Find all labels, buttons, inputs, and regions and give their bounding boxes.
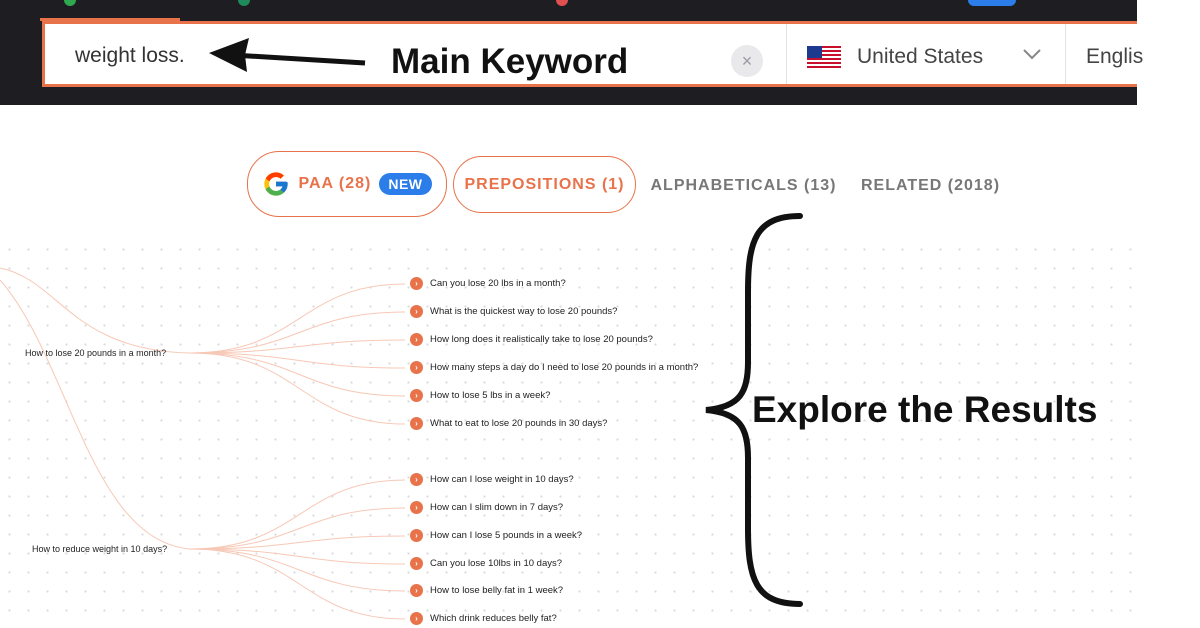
chevron-right-icon: › xyxy=(410,389,423,402)
tab-label: ALPHABETICALS (13) xyxy=(650,177,837,194)
list-item[interactable]: › How can I lose weight in 10 days? xyxy=(410,473,574,486)
arrow-left-icon xyxy=(209,38,366,72)
root-question[interactable]: How to lose 20 pounds in a month? xyxy=(25,348,166,358)
main-keyword-annotation: Main Keyword xyxy=(391,42,629,81)
list-item[interactable]: › What to eat to lose 20 pounds in 30 day… xyxy=(410,417,607,430)
chevron-right-icon: › xyxy=(410,501,423,514)
tab-alphabeticals[interactable]: ALPHABETICALS (13) xyxy=(647,156,840,216)
tab-paa[interactable]: PAA (28) NEW xyxy=(247,151,447,217)
country-select[interactable]: United States xyxy=(857,45,983,69)
list-item[interactable]: › Which drink reduces belly fat? xyxy=(410,612,557,625)
chevron-right-icon: › xyxy=(410,557,423,570)
tab-label: PAA (28) xyxy=(298,175,372,192)
list-item[interactable]: › How long does it realistically take to … xyxy=(410,333,653,346)
search-input[interactable]: weight loss. xyxy=(75,44,185,68)
new-badge: NEW xyxy=(379,173,432,195)
list-item[interactable]: › How to lose 5 lbs in a week? xyxy=(410,389,550,402)
chevron-right-icon: › xyxy=(410,277,423,290)
tab-prepositions[interactable]: PREPOSITIONS (1) xyxy=(453,156,636,213)
divider xyxy=(1065,24,1066,84)
us-flag-icon xyxy=(807,46,841,68)
tab-related[interactable]: RELATED (2018) xyxy=(854,156,1007,216)
list-item[interactable]: › What is the quickest way to lose 20 pou… xyxy=(410,305,617,318)
list-item[interactable]: › Can you lose 10lbs in 10 days? xyxy=(410,557,562,570)
branch-lines xyxy=(0,267,406,620)
chevron-right-icon: › xyxy=(410,529,423,542)
results-canvas[interactable]: How to lose 20 pounds in a month? › Can y… xyxy=(0,240,1137,628)
list-item[interactable]: › How to lose belly fat in 1 week? xyxy=(410,584,563,597)
chevron-right-icon: › xyxy=(410,584,423,597)
results-tabs: PAA (28) NEW PREPOSITIONS (1) ALPHABETIC… xyxy=(0,150,1200,220)
list-item[interactable]: › How can I lose 5 pounds in a week? xyxy=(410,529,582,542)
tab-favicon[interactable] xyxy=(64,0,76,6)
chevron-right-icon: › xyxy=(410,361,423,374)
chevron-right-icon: › xyxy=(410,305,423,318)
chevron-right-icon: › xyxy=(410,417,423,430)
tab-label: PREPOSITIONS (1) xyxy=(464,175,625,193)
list-item[interactable]: › How can I slim down in 7 days? xyxy=(410,501,563,514)
chevron-right-icon: › xyxy=(410,473,423,486)
chevron-right-icon: › xyxy=(410,612,423,625)
language-select[interactable]: Englis xyxy=(1086,45,1143,69)
list-item[interactable]: › Can you lose 20 lbs in a month? xyxy=(410,277,566,290)
tab-label: RELATED (2018) xyxy=(860,177,1001,194)
list-item[interactable]: › How many steps a day do I need to lose … xyxy=(410,361,698,374)
divider xyxy=(786,24,787,84)
tab-button[interactable] xyxy=(968,0,1016,6)
root-question[interactable]: How to reduce weight in 10 days? xyxy=(32,544,167,554)
explore-annotation: Explore the Results xyxy=(752,389,1098,430)
chevron-right-icon: › xyxy=(410,333,423,346)
google-icon xyxy=(264,172,289,196)
chevron-down-icon[interactable] xyxy=(1021,46,1043,62)
tab-favicon[interactable] xyxy=(556,0,568,6)
tab-favicon[interactable] xyxy=(238,0,250,6)
clear-search-button[interactable]: × xyxy=(731,45,763,77)
